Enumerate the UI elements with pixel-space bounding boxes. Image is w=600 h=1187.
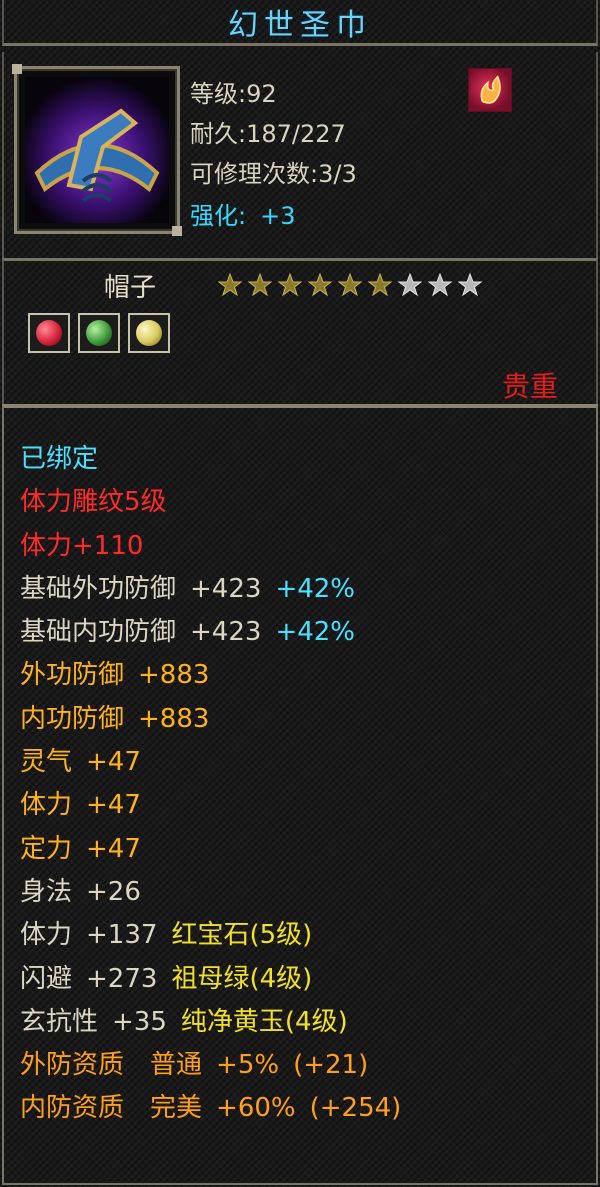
- base-int-def-attr: 基础内功防御 +423 +42%: [20, 611, 401, 654]
- attr-value: +423: [190, 573, 262, 604]
- engrave-stat: 体力+110: [20, 530, 144, 561]
- gem-slot-2[interactable]: [78, 313, 120, 353]
- attr-label: 内功防御: [20, 703, 125, 734]
- item-summary: 帽子 贵重: [2, 258, 598, 404]
- attr-value: +423: [190, 617, 262, 648]
- star-rating: [218, 273, 482, 297]
- item-quality: 贵重: [501, 370, 558, 403]
- attr-value: +26: [86, 876, 141, 907]
- filled-star-icon: [308, 273, 332, 297]
- attr-value: +273: [86, 963, 158, 994]
- item-repair-count: 可修理次数:3/3: [190, 160, 357, 188]
- item-level: 等级:92: [190, 80, 277, 108]
- gem-slot-3[interactable]: [128, 313, 170, 353]
- item-type: 帽子: [104, 273, 157, 303]
- attr-value: +60%: [216, 1093, 296, 1124]
- item-icon-frame: [12, 64, 182, 236]
- base-ext-def-attr: 基础外功防御 +423 +42%: [20, 568, 401, 611]
- stamina-attr: 体力 +47: [20, 784, 401, 827]
- attr-bonus: (+254): [309, 1093, 402, 1124]
- gem-attr-1: 体力 +137 红宝石(5级): [20, 914, 401, 957]
- tooltip-title-bar: 幻世圣巾: [2, 0, 598, 46]
- attr-label: 基础外功防御: [20, 573, 177, 604]
- item-header: 等级:92 耐久:187/227 可修理次数:3/3 强化: +3: [2, 52, 598, 258]
- item-durability: 耐久:187/227: [190, 120, 346, 148]
- gem-name: 红宝石(5级): [171, 920, 313, 951]
- gem-slot-1[interactable]: [28, 313, 70, 353]
- attr-value: +47: [86, 833, 141, 864]
- attr-bonus: (+21): [293, 1050, 369, 1081]
- attr-percent: +42%: [275, 573, 356, 604]
- attr-value: +137: [86, 920, 158, 951]
- ext-quality-attr: 外防资质 普通 +5% (+21): [20, 1044, 401, 1087]
- flame-badge-icon: [468, 68, 512, 112]
- empty-star-icon: [398, 273, 422, 297]
- gem-attr-2: 闪避 +273 祖母绿(4级): [20, 958, 401, 1001]
- filled-star-icon: [338, 273, 362, 297]
- filled-star-icon: [278, 273, 302, 297]
- attr-value: +5%: [216, 1050, 280, 1081]
- attr-label: 基础内功防御: [20, 617, 177, 648]
- ruby-gem-icon: [36, 320, 62, 346]
- gem-attr-3: 玄抗性 +35 纯净黄玉(4级): [20, 1001, 401, 1044]
- filled-star-icon: [218, 273, 242, 297]
- hat-item-icon: [25, 77, 169, 223]
- attr-grade: 完美: [150, 1093, 203, 1124]
- gem-name: 纯净黄玉(4级): [180, 1006, 348, 1037]
- emerald-gem-icon: [86, 320, 112, 346]
- attr-label: 外防资质: [20, 1050, 125, 1081]
- attr-label: 体力: [20, 790, 73, 821]
- attr-label: 外功防御: [20, 660, 125, 691]
- attr-value: +47: [86, 747, 141, 778]
- attr-value: +883: [138, 703, 210, 734]
- spirit-attr: 灵气 +47: [20, 741, 401, 784]
- filled-star-icon: [368, 273, 392, 297]
- attr-label: 身法: [20, 876, 73, 907]
- empty-star-icon: [428, 273, 452, 297]
- attr-label: 体力: [20, 920, 73, 951]
- attr-grade: 普通: [150, 1050, 203, 1081]
- agility-attr: 身法 +26: [20, 871, 401, 914]
- int-def-attr: 内功防御 +883: [20, 698, 401, 741]
- attr-label: 灵气: [20, 747, 73, 778]
- ext-def-attr: 外功防御 +883: [20, 654, 401, 697]
- empty-star-icon: [458, 273, 482, 297]
- attr-percent: +42%: [275, 617, 356, 648]
- focus-attr: 定力 +47: [20, 828, 401, 871]
- engrave-attr: 体力雕纹5级: [20, 487, 167, 518]
- bound-status: 已绑定: [20, 444, 99, 474]
- item-name: 幻世圣巾: [228, 7, 372, 43]
- gem-name: 祖母绿(4级): [171, 963, 313, 994]
- enhance-label: 强化:: [190, 202, 247, 230]
- attribute-panel: 已绑定 体力雕纹5级 体力+110 基础外功防御 +423 +42% 基础内功防御 +…: [2, 404, 598, 1185]
- yellow-jade-gem-icon: [136, 320, 162, 346]
- item-enhance: 强化: +3: [190, 196, 295, 231]
- attr-label: 定力: [20, 833, 73, 864]
- gem-slots: [28, 313, 170, 353]
- attr-label: 内防资质: [20, 1093, 125, 1124]
- enhance-value: +3: [260, 202, 296, 230]
- attr-value: +35: [112, 1006, 167, 1037]
- int-quality-attr: 内防资质 完美 +60% (+254): [20, 1087, 401, 1130]
- attribute-list: 已绑定 体力雕纹5级 体力+110 基础外功防御 +423 +42% 基础内功防御 +…: [20, 438, 401, 1131]
- attr-label: 玄抗性: [20, 1006, 99, 1037]
- filled-star-icon: [248, 273, 272, 297]
- attr-value: +883: [138, 660, 210, 691]
- attr-value: +47: [86, 790, 141, 821]
- attr-label: 闪避: [20, 963, 73, 994]
